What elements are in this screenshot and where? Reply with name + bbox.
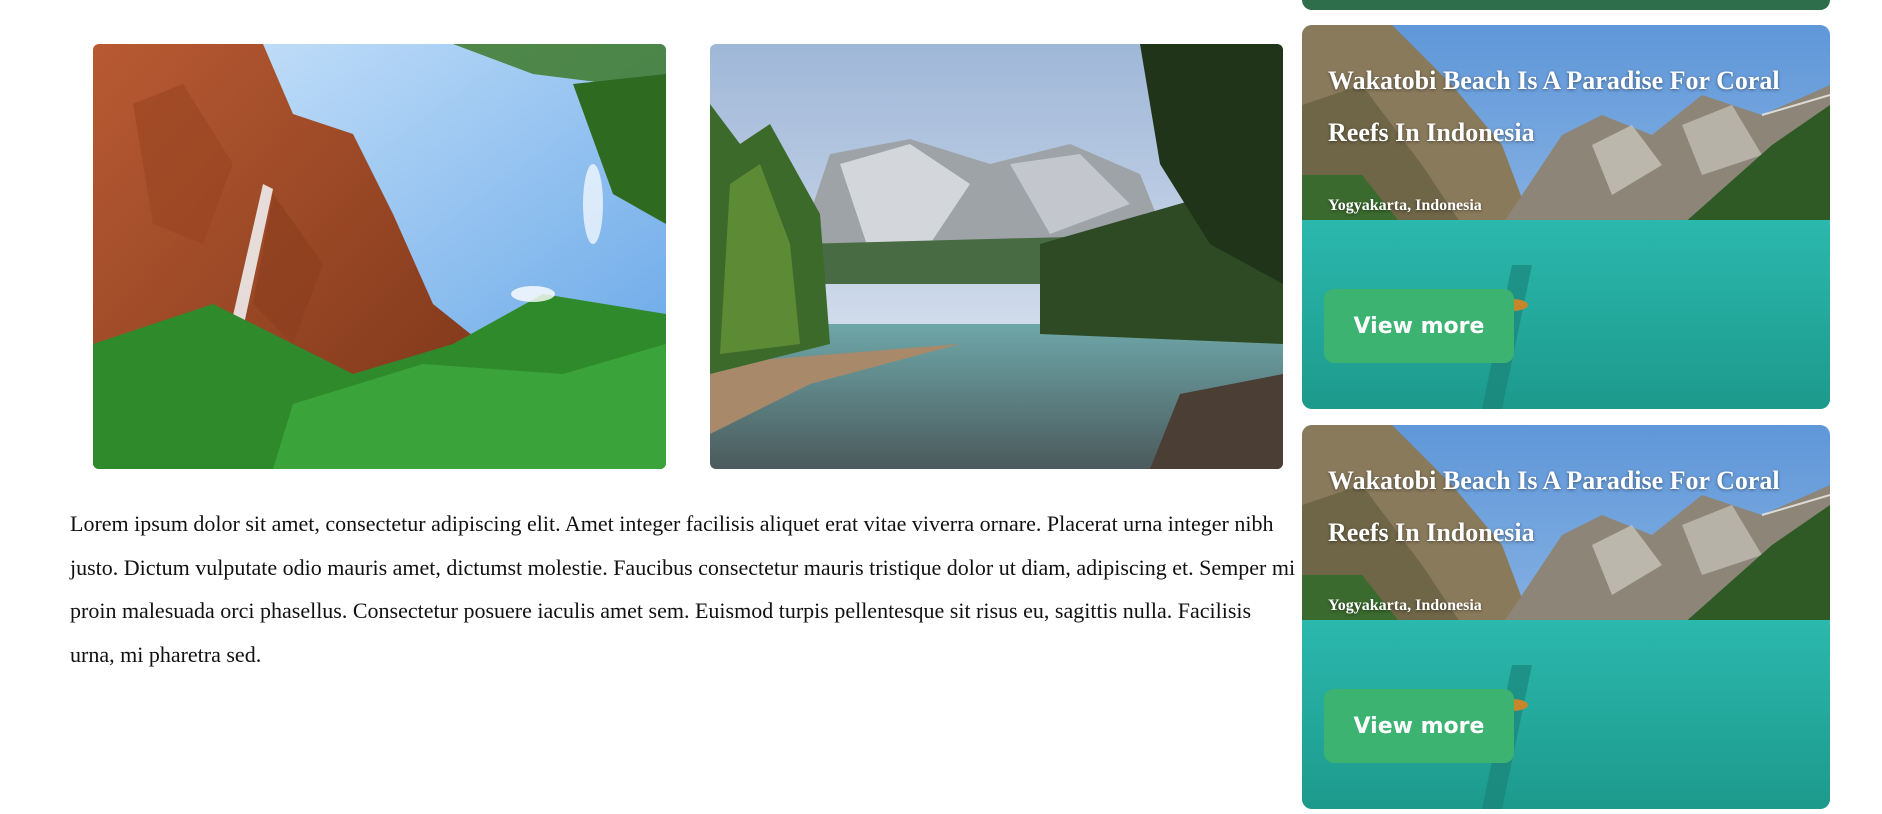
card-location: Yogyakarta, Indonesia (1328, 197, 1482, 214)
canyon-waterfall-photo (93, 44, 666, 469)
destination-card: Wakatobi Beach Is A Paradise For Coral R… (1302, 25, 1830, 409)
article-paragraph: Lorem ipsum dolor sit amet, consectetur … (70, 511, 1296, 667)
destination-card: Wakatobi Beach Is A Paradise For Coral R… (1302, 425, 1830, 809)
card-title: Wakatobi Beach Is A Paradise For Coral R… (1328, 466, 1780, 547)
card-location: Yogyakarta, Indonesia (1328, 597, 1482, 614)
view-more-button[interactable]: View more (1324, 289, 1514, 363)
mountain-lake-photo (710, 44, 1283, 469)
card-title: Wakatobi Beach Is A Paradise For Coral R… (1328, 66, 1780, 147)
card-partial-top (1302, 0, 1830, 10)
view-more-button[interactable]: View more (1324, 689, 1514, 763)
